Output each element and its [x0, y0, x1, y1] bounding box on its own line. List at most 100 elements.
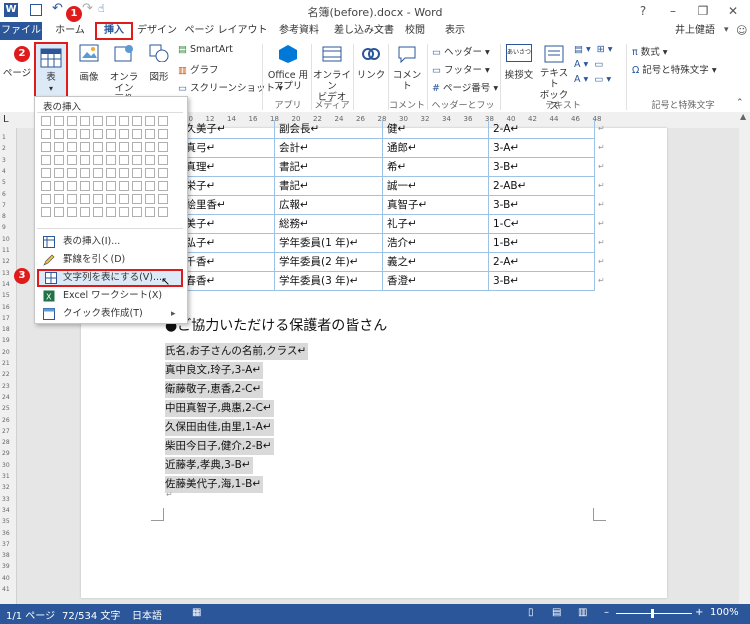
grid-cell[interactable]: [67, 129, 77, 139]
tab-page-layout[interactable]: ページ レイアウト: [184, 22, 268, 40]
table-cell[interactable]: 浩介↵: [383, 234, 489, 253]
grid-cell[interactable]: [106, 155, 116, 165]
menu-quick-tables[interactable]: クイック表作成(T) ▸: [37, 305, 183, 323]
grid-cell[interactable]: [132, 181, 142, 191]
section-heading[interactable]: ●ご協力いただける保護者の皆さん: [165, 315, 387, 335]
text-line[interactable]: 真中良文,玲子,3-A↵: [165, 362, 264, 379]
grid-cell[interactable]: [158, 207, 168, 217]
greeting-button[interactable]: あいさつ 挨拶文: [502, 44, 536, 81]
symbol-button[interactable]: Ω 記号と特殊文字 ▾: [632, 62, 717, 76]
close-button[interactable]: ✕: [720, 2, 746, 20]
grid-cell[interactable]: [106, 142, 116, 152]
grid-cell[interactable]: [132, 168, 142, 178]
page-count[interactable]: 1/1 ページ: [6, 607, 55, 622]
grid-cell[interactable]: [67, 142, 77, 152]
smartart-button[interactable]: ▤ SmartArt: [178, 44, 233, 55]
zoom-in-button[interactable]: +: [695, 607, 703, 618]
table-cell[interactable]: 書記↵: [275, 177, 383, 196]
table-cell[interactable]: 書記↵: [275, 158, 383, 177]
grid-cell[interactable]: [93, 155, 103, 165]
grid-cell[interactable]: [158, 168, 168, 178]
grid-cell[interactable]: [145, 142, 155, 152]
office-app-button[interactable]: Office 用 アプリ: [266, 44, 310, 92]
grid-cell[interactable]: [158, 181, 168, 191]
tab-mailings[interactable]: 差し込み文書: [330, 22, 398, 40]
grid-cell[interactable]: [41, 116, 51, 126]
grid-cell[interactable]: [158, 142, 168, 152]
grid-cell[interactable]: [54, 129, 64, 139]
word-count[interactable]: 72/534 文字: [62, 607, 120, 622]
table-cell[interactable]: 希↵: [383, 158, 489, 177]
grid-cell[interactable]: [132, 194, 142, 204]
grid-cell[interactable]: [132, 142, 142, 152]
grid-cell[interactable]: [106, 129, 116, 139]
grid-cell[interactable]: [41, 142, 51, 152]
grid-cell[interactable]: [41, 168, 51, 178]
grid-cell[interactable]: [54, 168, 64, 178]
table-button[interactable]: 表 ▾: [34, 42, 68, 98]
grid-cell[interactable]: [93, 194, 103, 204]
grid-cell[interactable]: [54, 142, 64, 152]
grid-cell[interactable]: [145, 207, 155, 217]
grid-cell[interactable]: [67, 181, 77, 191]
table-cell[interactable]: 真智子↵: [383, 196, 489, 215]
text-line[interactable]: 柴田今日子,健介,2-B↵: [165, 438, 274, 455]
link-button[interactable]: リンク: [356, 44, 386, 81]
table-cell[interactable]: 通郎↵: [383, 139, 489, 158]
table-cell[interactable]: 会計↵: [275, 139, 383, 158]
menu-excel-worksheet[interactable]: X Excel ワークシート(X): [37, 287, 183, 305]
grid-cell[interactable]: [158, 155, 168, 165]
table-size-grid[interactable]: [41, 116, 181, 226]
grid-cell[interactable]: [145, 181, 155, 191]
page-button[interactable]: ページ: [0, 68, 34, 79]
table-cell[interactable]: 2-A↵: [489, 120, 595, 139]
table-cell[interactable]: 3-B↵: [489, 272, 595, 291]
grid-cell[interactable]: [67, 155, 77, 165]
menu-draw-borders[interactable]: 罫線を引く(D): [37, 251, 183, 269]
table-cell[interactable]: 副会長↵: [275, 120, 383, 139]
read-mode-icon[interactable]: ▯: [528, 607, 534, 618]
grid-cell[interactable]: [119, 116, 129, 126]
grid-cell[interactable]: [93, 116, 103, 126]
tab-view[interactable]: 表示: [440, 22, 470, 40]
grid-cell[interactable]: [54, 155, 64, 165]
grid-cell[interactable]: [158, 116, 168, 126]
grid-cell[interactable]: [54, 194, 64, 204]
grid-cell[interactable]: [106, 181, 116, 191]
grid-cell[interactable]: [106, 168, 116, 178]
user-dropdown-icon[interactable]: ▾: [724, 25, 729, 35]
vertical-scrollbar[interactable]: ▲: [739, 112, 750, 604]
text-line[interactable]: 衛藤敬子,恵香,2-C↵: [165, 381, 264, 398]
zoom-level[interactable]: 100%: [710, 607, 739, 618]
grid-cell[interactable]: [93, 142, 103, 152]
grid-cell[interactable]: [80, 142, 90, 152]
grid-cell[interactable]: [67, 116, 77, 126]
text-small-buttons[interactable]: ▤ ▾ ⊞ ▾ A ▾ ▭ A ▾ ▭ ▾: [574, 44, 624, 85]
scroll-up-icon[interactable]: ▲: [740, 112, 746, 121]
grid-cell[interactable]: [106, 116, 116, 126]
user-name[interactable]: 井上健語: [668, 22, 722, 40]
grid-cell[interactable]: [80, 181, 90, 191]
tab-selector-icon[interactable]: L: [3, 114, 9, 125]
text-line[interactable]: 氏名,お子さんの名前,クラス↵: [165, 343, 309, 360]
minimize-button[interactable]: –: [660, 2, 686, 20]
table-cell[interactable]: 学年委員(2 年)↵: [275, 253, 383, 272]
tab-file[interactable]: ファイル: [0, 22, 42, 40]
menu-insert-table[interactable]: 表の挿入(I)...: [37, 233, 183, 251]
collapse-ribbon-icon[interactable]: ⌃: [736, 98, 744, 108]
restore-button[interactable]: ❐: [690, 2, 716, 20]
equation-button[interactable]: π 数式 ▾: [632, 44, 668, 58]
table-cell[interactable]: 健↵: [383, 120, 489, 139]
table-cell[interactable]: 3-B↵: [489, 196, 595, 215]
web-layout-icon[interactable]: ▥: [578, 607, 587, 618]
grid-cell[interactable]: [119, 194, 129, 204]
table-cell[interactable]: 礼子↵: [383, 215, 489, 234]
grid-cell[interactable]: [41, 207, 51, 217]
grid-cell[interactable]: [54, 181, 64, 191]
grid-cell[interactable]: [145, 168, 155, 178]
vertical-ruler[interactable]: 1 2 3 4 5 6 7 8 9 10 11 12 13 14 15 16 17 18 19 20 21 22 23 24 2…: [0, 128, 17, 604]
text-line[interactable]: 近藤孝,孝典,3-B↵: [165, 457, 253, 474]
table-cell[interactable]: 3-B↵: [489, 158, 595, 177]
grid-cell[interactable]: [54, 207, 64, 217]
table-cell[interactable]: 3-A↵: [489, 139, 595, 158]
